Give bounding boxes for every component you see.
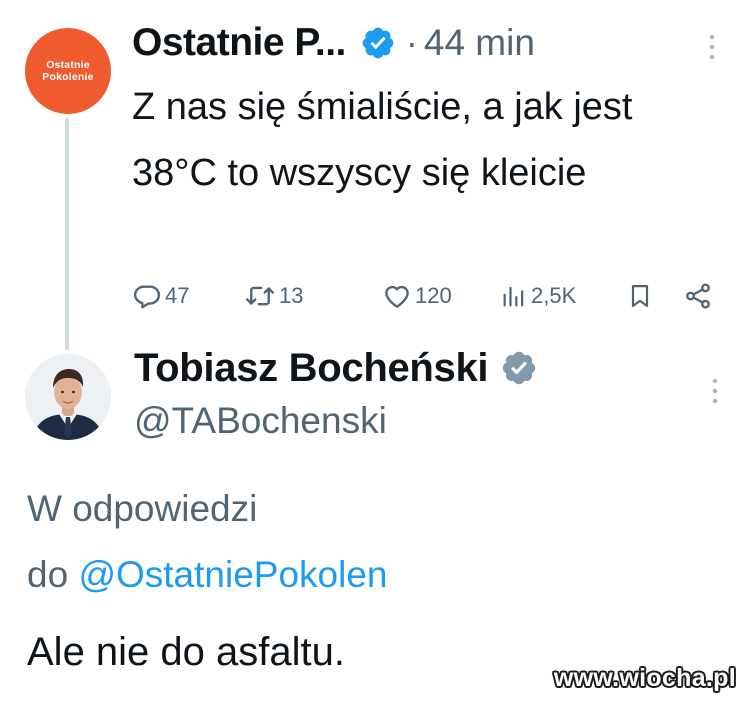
reply-button[interactable]: 47 — [132, 276, 189, 316]
reply-context-mention-link[interactable]: @OstatniePokolen — [78, 554, 387, 595]
verified-blue-icon[interactable] — [360, 25, 396, 61]
reply-tweet-text: Ale nie do asfaltu. — [27, 630, 345, 674]
reply-context-prefix: do — [27, 554, 79, 595]
author-avatar-tobiasz[interactable] — [25, 354, 111, 440]
tweet-action-bar: 47 13 120 2,5K — [132, 276, 722, 316]
tweet-header: Ostatnie P... · 44 min — [132, 18, 535, 68]
reply-tweet-header: Tobiasz Bocheński — [134, 340, 538, 396]
author-name[interactable]: Ostatnie P... — [132, 21, 346, 65]
repost-count: 13 — [279, 283, 304, 308]
like-count: 120 — [415, 283, 452, 308]
share-button[interactable] — [682, 276, 714, 316]
share-icon — [682, 281, 714, 311]
tweet-time[interactable]: 44 min — [424, 22, 535, 64]
reply-context: W odpowiedzi do @OstatniePokolen — [27, 476, 388, 608]
like-button[interactable]: 120 — [382, 276, 452, 316]
views-count: 2,5K — [531, 283, 577, 308]
tweet-text: Z nas się śmialiście, a jak jest 38°C to… — [132, 86, 633, 194]
author-avatar-ostatnie-pokolenie[interactable]: Ostatnie Pokolenie — [25, 28, 111, 114]
reply-context-line-1: W odpowiedzi — [27, 488, 258, 529]
heart-icon — [382, 281, 412, 311]
site-watermark: www.wiocha.pl — [553, 664, 736, 692]
time-separator: · — [405, 22, 418, 63]
views-button[interactable]: 2,5K — [500, 276, 576, 316]
more-options-icon[interactable] — [700, 30, 724, 64]
avatar-logo-line-2: Pokolenie — [42, 71, 94, 83]
reply-count: 47 — [165, 283, 190, 308]
bookmark-button[interactable] — [626, 276, 654, 316]
avatar-logo-line-1: Ostatnie — [46, 59, 90, 71]
reply-author-handle[interactable]: @TABochenski — [134, 400, 387, 442]
thread-connector-line — [65, 118, 69, 350]
reply-icon — [132, 281, 162, 311]
reply-author-name[interactable]: Tobiasz Bocheński — [134, 346, 489, 391]
verified-grey-icon[interactable] — [500, 349, 538, 387]
bookmark-icon — [626, 281, 654, 311]
repost-icon — [244, 281, 276, 311]
views-chart-icon — [500, 281, 528, 311]
repost-button[interactable]: 13 — [244, 276, 303, 316]
reply-more-options-icon[interactable] — [703, 374, 727, 408]
